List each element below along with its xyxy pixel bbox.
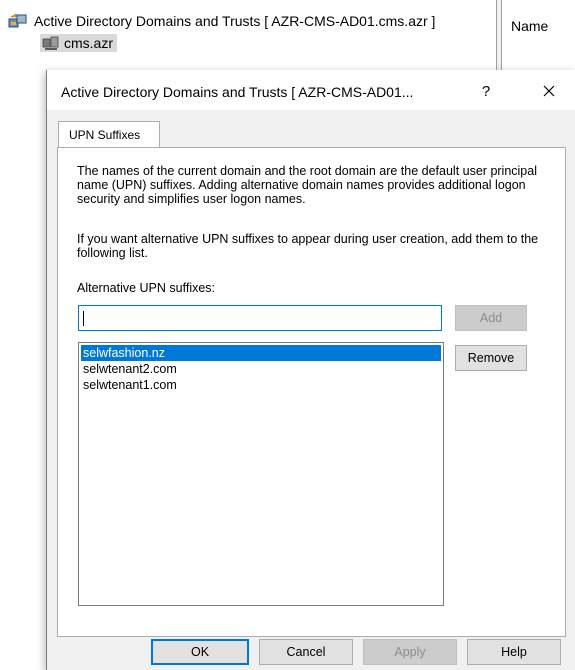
name-column-header[interactable]: Name [511, 18, 548, 34]
tree-root-node[interactable]: Active Directory Domains and Trusts [ AZ… [8, 12, 435, 30]
close-button[interactable] [533, 78, 565, 104]
dialog-titlebar[interactable]: Active Directory Domains and Trusts [ AZ… [47, 70, 575, 110]
text-caret [83, 310, 84, 326]
close-icon [543, 85, 555, 97]
cancel-button[interactable]: Cancel [259, 639, 353, 665]
tab-page: The names of the current domain and the … [57, 147, 566, 637]
alternative-suffix-input[interactable] [78, 305, 442, 331]
dialog-client: UPN Suffixes The names of the current do… [47, 110, 575, 670]
ok-button[interactable]: OK [151, 639, 249, 665]
list-item[interactable]: selwtenant2.com [81, 361, 441, 377]
tree-child-label: cms.azr [64, 35, 113, 51]
help-icon[interactable]: ? [471, 78, 501, 104]
list-item[interactable]: selwfashion.nz [81, 345, 441, 361]
upn-suffixes-dialog: Active Directory Domains and Trusts [ AZ… [46, 70, 575, 670]
alternative-suffixes-label: Alternative UPN suffixes: [77, 281, 216, 295]
suffix-list[interactable]: selwfashion.nz selwtenant2.com selwtenan… [78, 342, 444, 606]
domain-icon [42, 36, 59, 50]
console-tree: Active Directory Domains and Trusts [ AZ… [0, 0, 495, 70]
dialog-title: Active Directory Domains and Trusts [ AZ… [61, 84, 414, 100]
help-button[interactable]: Help [467, 639, 561, 665]
remove-button[interactable]: Remove [455, 345, 527, 371]
add-button[interactable]: Add [455, 305, 527, 331]
tree-child-node[interactable]: cms.azr [40, 34, 117, 52]
domains-trusts-icon [8, 13, 27, 28]
apply-button[interactable]: Apply [363, 639, 457, 665]
tab-label: UPN Suffixes [69, 127, 141, 142]
tab-upn-suffixes[interactable]: UPN Suffixes [58, 121, 160, 147]
description-default-suffixes: The names of the current domain and the … [77, 164, 537, 206]
list-item[interactable]: selwtenant1.com [81, 377, 441, 393]
tree-root-label: Active Directory Domains and Trusts [ AZ… [34, 13, 436, 29]
description-alternative-suffixes: If you want alternative UPN suffixes to … [77, 232, 539, 260]
